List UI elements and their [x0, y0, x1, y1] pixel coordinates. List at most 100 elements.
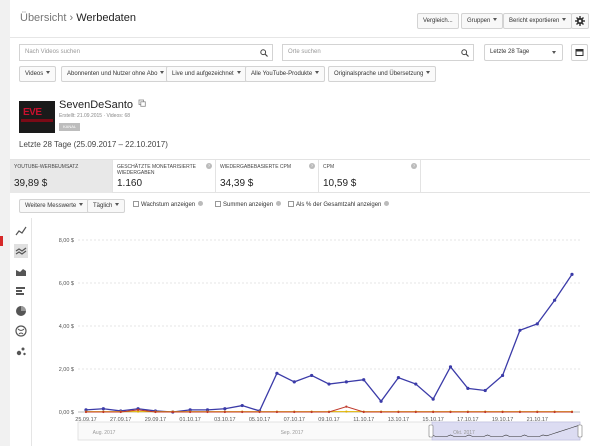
bar-list-icon[interactable]	[14, 284, 28, 298]
groups-button[interactable]: Gruppen	[461, 13, 504, 29]
data-point	[397, 410, 400, 414]
y-tick-label: 2,00 $	[59, 367, 74, 373]
data-point	[189, 410, 192, 414]
filter-language[interactable]: Originalsprache und Übersetzung	[328, 66, 437, 82]
data-point	[466, 410, 469, 414]
data-point	[535, 322, 539, 326]
chevron-down-icon	[236, 71, 241, 74]
search-icon	[461, 49, 469, 57]
channel-name[interactable]: SevenDeSanto	[59, 99, 146, 111]
stacked-area-icon[interactable]	[14, 264, 28, 278]
chevron-down-icon	[493, 18, 498, 21]
period-select[interactable]: Letzte 28 Tage	[484, 44, 563, 61]
overview-handle-left	[428, 424, 434, 438]
metric-label: CPM	[323, 164, 335, 170]
revenue-line-chart[interactable]: 0,00 $2,00 $4,00 $6,00 $8,00 $25.09.17 27…	[34, 226, 590, 446]
data-point	[501, 410, 504, 414]
channel-name-text: SevenDeSanto	[59, 99, 133, 111]
metric-tab-monetized-views[interactable]: GESCHÄTZTE MONETARISIERTE WIEDERGABEN 1.…	[113, 160, 216, 193]
filter-products[interactable]: Alle YouTube-Produkte	[245, 66, 326, 82]
data-point	[396, 376, 401, 380]
growth-checkbox[interactable]: Wachstum anzeigen	[133, 201, 204, 208]
metric-label: YOUTUBE-WERBEUMSATZ	[14, 164, 79, 170]
help-icon[interactable]	[198, 201, 204, 206]
data-point	[518, 410, 522, 414]
copy-icon[interactable]	[138, 99, 146, 107]
filter-label: Alle YouTube-Produkte	[251, 71, 313, 77]
metric-tab-cpm[interactable]: CPM 10,59 $ ?	[319, 160, 421, 193]
breadcrumb-parent[interactable]: Übersicht	[20, 12, 66, 24]
help-icon[interactable]	[276, 201, 282, 206]
settings-button[interactable]	[571, 13, 589, 29]
totals-checkbox-label: Summen anzeigen	[223, 202, 274, 208]
chevron-down-icon	[562, 18, 567, 21]
overview-label: Sep. 2017	[281, 430, 304, 436]
groups-button-label: Gruppen	[467, 18, 491, 24]
metric-value: 39,89 $	[14, 178, 48, 189]
data-point	[536, 410, 539, 414]
channel-thumbnail[interactable]: EVE	[19, 101, 55, 133]
export-report-button[interactable]: Bericht exportieren	[503, 13, 573, 29]
metric-tab-playback-cpm[interactable]: WIEDERGABEBASIERTE CPM 34,39 $ ?	[216, 160, 319, 193]
active-section-indicator	[0, 236, 3, 246]
metric-tab-ad-revenue[interactable]: YOUTUBE-WERBEUMSATZ 39,89 $	[10, 160, 113, 193]
checkbox-icon[interactable]	[288, 201, 294, 207]
line-chart-icon[interactable]	[14, 224, 28, 238]
chart-type-sidebar	[10, 218, 32, 446]
chevron-down-icon	[160, 71, 165, 74]
data-point	[484, 410, 487, 414]
interval-select[interactable]: Täglich	[87, 199, 126, 213]
data-point	[119, 410, 122, 414]
calendar-button[interactable]	[571, 44, 588, 61]
breadcrumb: Übersicht › Werbedaten	[20, 12, 136, 24]
multi-line-chart-icon[interactable]	[14, 244, 28, 258]
percent-checkbox[interactable]: Als % der Gesamtzahl anzeigen	[288, 201, 390, 208]
period-select-label: Letzte 28 Tage	[490, 49, 530, 55]
filter-videos[interactable]: Videos	[19, 66, 57, 82]
data-point	[292, 380, 296, 384]
video-search-input[interactable]: Nach Videos suchen	[19, 44, 273, 61]
totals-checkbox[interactable]: Summen anzeigen	[215, 201, 282, 208]
data-point	[432, 410, 435, 414]
metric-value: 10,59 $	[323, 178, 357, 189]
more-metrics-label: Weitere Messwerte	[25, 203, 77, 209]
data-point	[154, 410, 157, 414]
filter-live[interactable]: Live und aufgezeichnet	[166, 66, 247, 82]
data-point	[223, 410, 226, 414]
overview-label: Okt. 2017	[453, 430, 475, 436]
pie-chart-icon[interactable]	[14, 304, 28, 318]
y-tick-label: 4,00 $	[59, 324, 74, 330]
thumbnail-text: EVE	[23, 107, 42, 118]
data-point	[310, 410, 313, 414]
help-icon[interactable]: ?	[309, 163, 315, 169]
search-icon	[260, 49, 268, 57]
bubble-chart-icon[interactable]	[14, 344, 28, 358]
data-point	[379, 399, 383, 403]
places-search-input[interactable]: Orte suchen	[282, 44, 474, 61]
compare-button-label: Vergleich...	[423, 18, 453, 24]
chevron-down-icon	[552, 51, 556, 54]
data-point	[293, 410, 296, 414]
channel-badge: KANAL	[59, 123, 81, 131]
help-icon[interactable]: ?	[206, 163, 212, 169]
data-point	[500, 373, 505, 378]
more-metrics-button[interactable]: Weitere Messwerte	[19, 199, 90, 213]
checkbox-icon[interactable]	[133, 201, 139, 207]
metric-tabs: YOUTUBE-WERBEUMSATZ 39,89 $ GESCHÄTZTE M…	[10, 159, 590, 193]
help-icon[interactable]	[384, 201, 390, 206]
data-point	[553, 410, 556, 414]
data-point	[102, 410, 105, 414]
filter-label: Originalsprache und Übersetzung	[334, 71, 424, 77]
globe-icon[interactable]	[14, 324, 28, 338]
date-range: Letzte 28 Tage (25.09.2017 – 22.10.2017)	[19, 140, 168, 149]
checkbox-icon[interactable]	[215, 201, 221, 207]
data-point	[345, 405, 348, 408]
y-tick-label: 6,00 $	[59, 281, 74, 287]
percent-checkbox-label: Als % der Gesamtzahl anzeigen	[296, 202, 382, 208]
filter-subscribers[interactable]: Abonnenten und Nutzer ohne Abo	[61, 66, 171, 82]
help-icon[interactable]: ?	[411, 163, 417, 169]
data-point	[379, 410, 383, 414]
compare-button[interactable]: Vergleich...	[417, 13, 459, 29]
data-point	[483, 388, 487, 393]
overview-label: Aug. 2017	[93, 430, 116, 436]
